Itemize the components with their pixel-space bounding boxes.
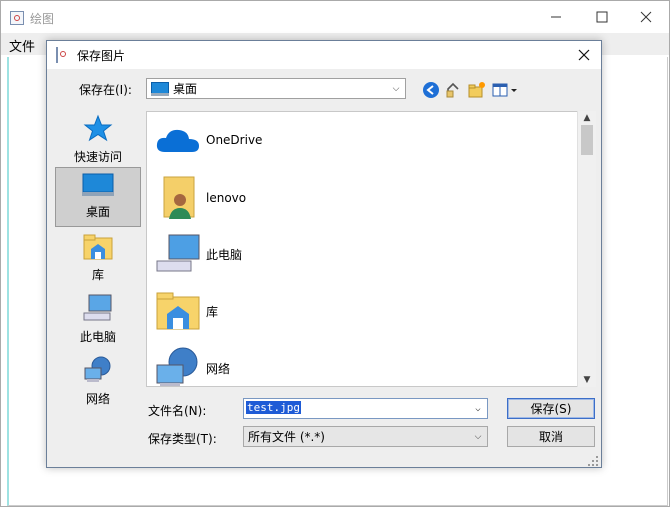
list-item[interactable]: OneDrive bbox=[155, 116, 262, 164]
place-desktop[interactable]: 桌面 bbox=[55, 167, 141, 227]
user-folder-icon bbox=[163, 176, 195, 219]
new-folder-icon bbox=[468, 82, 485, 98]
desktop-icon bbox=[82, 173, 114, 196]
place-library[interactable]: 库 bbox=[55, 229, 141, 289]
library-icon bbox=[156, 292, 200, 330]
place-label: 此电脑 bbox=[79, 330, 116, 344]
close-icon bbox=[640, 11, 652, 23]
file-name: 网络 bbox=[206, 361, 231, 376]
places-bar: 快速访问 桌面 库 此电脑 网络 bbox=[53, 111, 141, 459]
view-menu-button[interactable] bbox=[491, 80, 521, 100]
desktop-icon bbox=[151, 81, 169, 96]
place-label: 桌面 bbox=[85, 205, 110, 219]
file-name-value: test.jpg bbox=[246, 401, 301, 414]
dialog-close-button[interactable] bbox=[573, 45, 595, 65]
back-arrow-icon bbox=[423, 82, 439, 98]
scrollbar-thumb[interactable] bbox=[581, 125, 593, 155]
file-name: 库 bbox=[206, 304, 219, 319]
file-name-label: 文件名(N): bbox=[148, 404, 207, 418]
resize-grip-icon[interactable] bbox=[587, 455, 599, 467]
scroll-down-icon[interactable]: ▼ bbox=[578, 373, 596, 387]
save-dialog: 保存图片 保存在(I): 桌面 ⌵ 快速访问 桌面 库 此电脑 网络 OneDr… bbox=[46, 40, 602, 468]
list-item[interactable]: 网络 bbox=[155, 344, 231, 386]
file-list-scrollbar[interactable]: ▲ ▼ bbox=[577, 111, 596, 387]
chevron-down-icon: ⌵ bbox=[474, 432, 482, 442]
view-list-icon bbox=[492, 83, 517, 97]
place-this-pc[interactable]: 此电脑 bbox=[55, 291, 141, 351]
dialog-title: 保存图片 bbox=[77, 49, 126, 63]
computer-icon bbox=[83, 294, 112, 321]
close-window-button[interactable] bbox=[623, 1, 669, 33]
place-label: 库 bbox=[91, 268, 104, 282]
computer-icon bbox=[156, 234, 200, 272]
back-button[interactable] bbox=[421, 80, 441, 100]
menu-file[interactable]: 文件 bbox=[9, 36, 35, 55]
minimize-icon bbox=[551, 16, 561, 18]
chevron-down-icon: ⌵ bbox=[392, 84, 400, 94]
file-name: OneDrive bbox=[206, 133, 263, 147]
java-app-icon bbox=[56, 47, 58, 63]
file-type-value: 所有文件 (*.*) bbox=[248, 430, 325, 444]
close-icon bbox=[578, 49, 590, 61]
list-item[interactable]: 库 bbox=[155, 287, 218, 335]
place-label: 网络 bbox=[85, 392, 110, 406]
cloud-icon bbox=[156, 129, 199, 152]
star-icon bbox=[83, 114, 113, 142]
list-item[interactable]: 此电脑 bbox=[155, 230, 242, 278]
place-network[interactable]: 网络 bbox=[55, 353, 141, 413]
look-in-label: 保存在(I): bbox=[79, 83, 132, 97]
minimize-button[interactable] bbox=[533, 1, 579, 33]
place-quick-access[interactable]: 快速访问 bbox=[55, 111, 141, 171]
save-button[interactable]: 保存(S) bbox=[507, 398, 595, 419]
chevron-down-icon[interactable]: ⌵ bbox=[471, 402, 485, 416]
java-app-icon bbox=[10, 11, 24, 25]
main-title-bar: 绘图 bbox=[10, 9, 54, 27]
look-in-value: 桌面 bbox=[173, 82, 198, 96]
maximize-button[interactable] bbox=[579, 1, 625, 33]
file-name: 此电脑 bbox=[206, 247, 243, 262]
library-icon bbox=[83, 234, 113, 260]
cancel-button[interactable]: 取消 bbox=[507, 426, 595, 447]
file-name: lenovo bbox=[206, 191, 247, 205]
file-list[interactable]: OneDrive lenovo 此电脑 库 网络 bbox=[146, 111, 596, 387]
place-label: 快速访问 bbox=[73, 150, 122, 164]
look-in-combo[interactable]: 桌面 ⌵ bbox=[146, 78, 406, 99]
dialog-title-bar: 保存图片 bbox=[47, 41, 601, 69]
up-folder-button[interactable] bbox=[443, 80, 463, 100]
file-type-label: 保存类型(T): bbox=[148, 432, 217, 446]
network-icon bbox=[84, 356, 111, 382]
file-name-input[interactable]: test.jpg ⌵ bbox=[243, 398, 488, 419]
list-item[interactable]: lenovo bbox=[155, 174, 246, 222]
main-window-title: 绘图 bbox=[30, 11, 55, 26]
new-folder-button[interactable] bbox=[467, 80, 487, 100]
scroll-up-icon[interactable]: ▲ bbox=[578, 111, 596, 125]
network-icon bbox=[156, 347, 198, 386]
up-folder-icon bbox=[446, 82, 459, 98]
maximize-icon bbox=[596, 11, 608, 23]
file-type-combo[interactable]: 所有文件 (*.*) ⌵ bbox=[243, 426, 488, 447]
